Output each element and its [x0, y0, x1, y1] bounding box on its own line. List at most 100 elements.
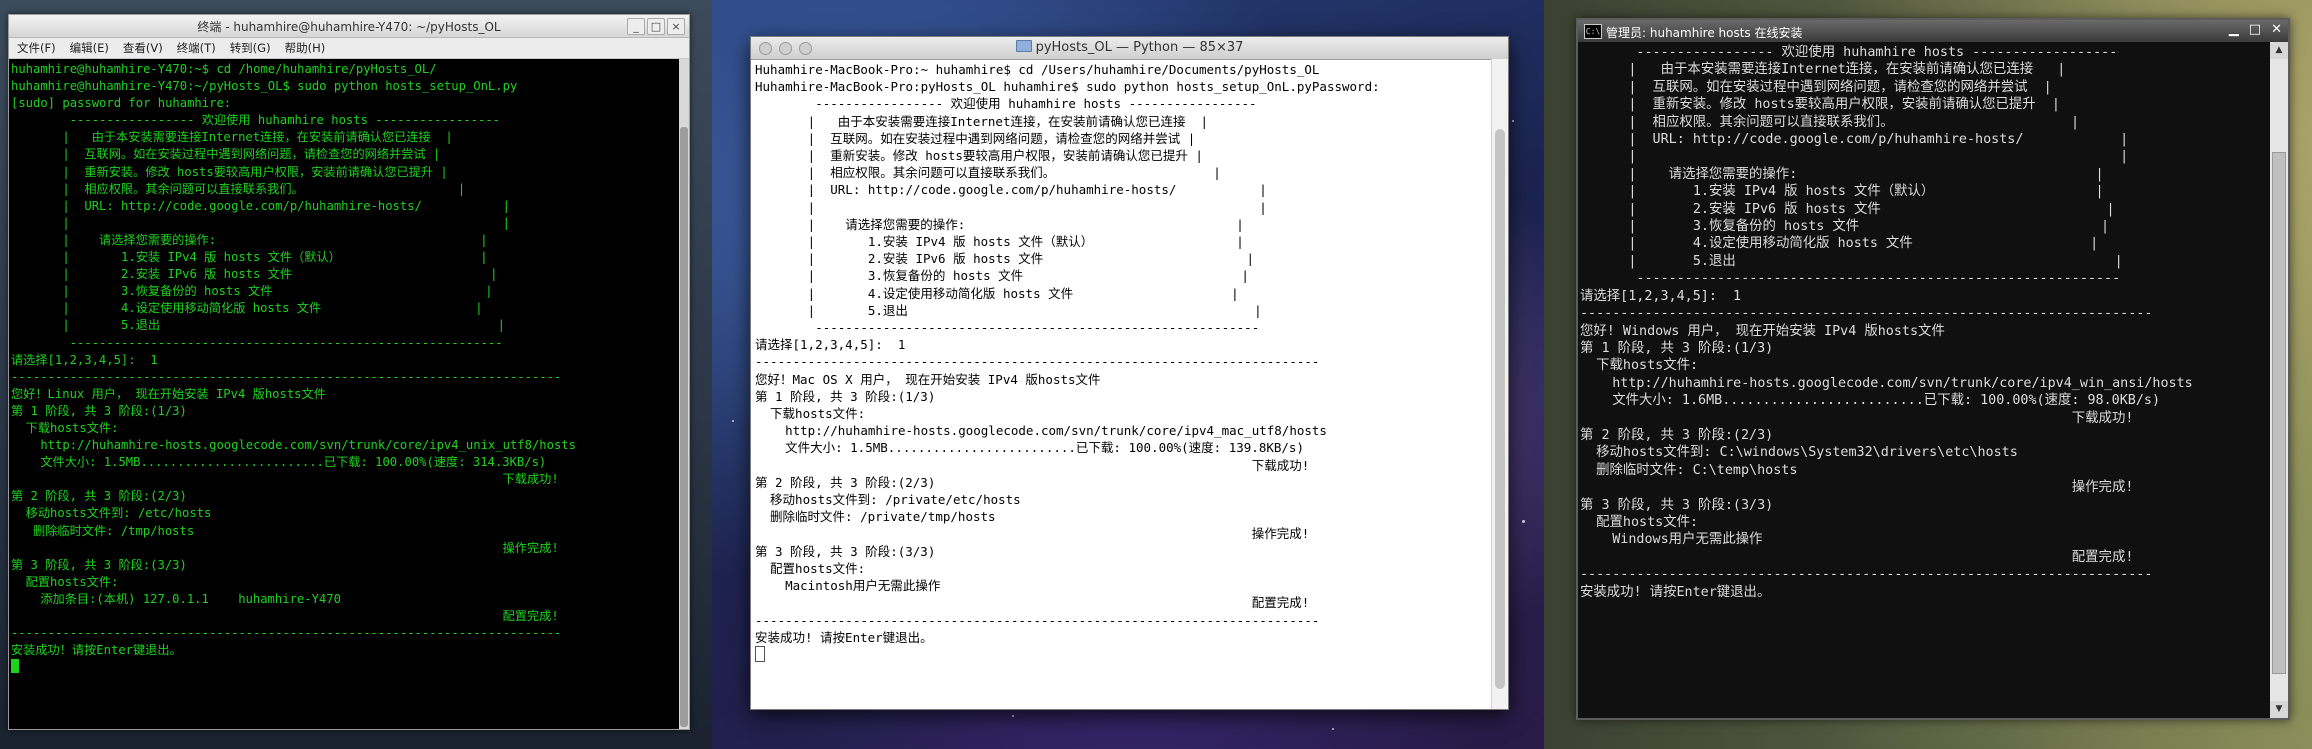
title-bar: pyHosts_OL — Python — 85×37: [751, 37, 1508, 60]
close-button[interactable]: ×: [667, 18, 685, 35]
menu-terminal[interactable]: 终端(T): [177, 40, 216, 56]
terminal-output[interactable]: Huhamhire-MacBook-Pro:~ huhamhire$ cd /U…: [753, 61, 1490, 709]
terminal-line: ----------------- 欢迎使用 huhamhire hosts -…: [11, 113, 500, 128]
terminal-line: | |: [755, 199, 1267, 215]
terminal-line: 第 1 阶段, 共 3 阶段:(1/3): [11, 403, 187, 418]
maximize-button[interactable]: □: [2249, 22, 2261, 37]
scrollbar-thumb[interactable]: [1495, 129, 1505, 689]
terminal-line: 文件大小: 1.5MB.........................已下载:…: [11, 455, 547, 470]
terminal-line: 删除临时文件: /tmp/hosts: [11, 523, 195, 538]
menu-edit[interactable]: 编辑(E): [70, 40, 109, 56]
terminal-line: | 互联网。如在安装过程中遇到网络问题，请检查您的网络并尝试 |: [755, 130, 1196, 146]
cursor-block: [11, 659, 19, 674]
terminal-line: huhamhire@huhamhire-Y470:~$ cd /home/huh…: [11, 62, 437, 76]
terminal-line: | 1.安装 IPv4 版 hosts 文件（默认） |: [755, 234, 1244, 250]
terminal-line: | 3.恢复备份的 hosts 文件 |: [1580, 219, 2110, 235]
maximize-button[interactable]: □: [647, 18, 665, 35]
terminal-line: 文件大小: 1.6MB.........................已下载:…: [1580, 393, 2161, 409]
terminal-line: 第 3 阶段, 共 3 阶段:(3/3): [755, 543, 936, 559]
scrollbar-thumb[interactable]: [680, 127, 688, 727]
terminal-line: | 互联网。如在安装过程中遇到网络问题，请检查您的网络并尝试 |: [11, 147, 441, 162]
terminal-line: 第 2 阶段, 共 3 阶段:(2/3): [755, 474, 936, 490]
terminal-line: Huhamhire-MacBook-Pro:pyHosts_OL huhamhi…: [755, 79, 1380, 95]
terminal-line: | 2.安装 IPv6 版 hosts 文件 |: [1580, 201, 2115, 217]
terminal-line: 删除临时文件: C:\temp\hosts: [1580, 462, 1798, 478]
window-title: pyHosts_OL — Python — 85×37: [1035, 40, 1244, 55]
terminal-line: 添加条目:(本机) 127.0.1.1 huhamhire-Y470: [11, 591, 341, 606]
title-bar: 终端 - huhamhire@huhamhire-Y470: ~/pyHosts…: [9, 15, 689, 38]
scroll-down-arrow-icon[interactable]: ▼: [2270, 701, 2288, 718]
terminal-line: ----------------------------------------…: [1580, 306, 2153, 322]
terminal-line: | URL: http://code.google.com/p/huhamhir…: [755, 182, 1267, 198]
window-title: 管理员: huhamhire hosts 在线安装: [1606, 26, 1803, 40]
folder-icon: [1015, 40, 1032, 52]
console-icon: C:\: [1584, 24, 1602, 39]
terminal-line: http://huhamhire-hosts.googlecode.com/sv…: [755, 423, 1327, 439]
close-button[interactable]: ✕: [2271, 22, 2282, 37]
terminal-line: 请选择[1,2,3,4,5]: 1: [755, 337, 906, 353]
terminal-line: 配置完成!: [755, 595, 1310, 611]
gnome-terminal-window: 终端 - huhamhire@huhamhire-Y470: ~/pyHosts…: [8, 14, 690, 730]
menu-goto[interactable]: 转到(G): [230, 40, 271, 56]
terminal-line: ----------------------------------------…: [755, 320, 1260, 336]
minimize-button[interactable]: _: [627, 18, 645, 35]
menu-view[interactable]: 查看(V): [123, 40, 163, 56]
terminal-line: | |: [11, 215, 510, 230]
terminal-line: | 请选择您需要的操作: |: [11, 232, 488, 247]
terminal-line: | 相应权限。其余问题可以直接联系我们。 |: [11, 181, 466, 196]
terminal-line: 下载hosts文件:: [755, 406, 866, 422]
terminal-line: 移动hosts文件到: /etc/hosts: [11, 506, 212, 521]
terminal-line: | 1.安装 IPv4 版 hosts 文件（默认） |: [11, 250, 488, 265]
terminal-output[interactable]: ----------------- 欢迎使用 huhamhire hosts -…: [1580, 44, 2266, 718]
terminal-line: ----------------- 欢迎使用 huhamhire hosts -…: [1580, 45, 2118, 60]
terminal-line: | 互联网。如在安装过程中遇到网络问题，请检查您的网络并尝试 |: [1580, 79, 2052, 95]
terminal-line: 第 3 阶段, 共 3 阶段:(3/3): [11, 557, 187, 572]
scroll-up-arrow-icon[interactable]: ▲: [2270, 42, 2288, 59]
title-bar: C:\ 管理员: huhamhire hosts 在线安装 ▁ □ ✕: [1578, 20, 2288, 42]
terminal-line: http://huhamhire-hosts.googlecode.com/sv…: [11, 438, 576, 453]
terminal-line: 下载hosts文件:: [1580, 358, 1699, 374]
terminal-line: ----------------------------------------…: [1580, 271, 2121, 287]
terminal-line: Windows用户无需此操作: [1580, 532, 1763, 548]
terminal-line: | 5.退出 |: [755, 302, 1262, 318]
terminal-line: huhamhire@huhamhire-Y470:~/pyHosts_OL$ s…: [11, 79, 518, 94]
terminal-line: | 3.恢复备份的 hosts 文件 |: [755, 268, 1249, 284]
terminal-line: | 2.安装 IPv6 版 hosts 文件 |: [11, 267, 498, 282]
terminal-line: | 5.退出 |: [11, 318, 505, 333]
terminal-line: 配置完成!: [11, 609, 559, 623]
terminal-output[interactable]: huhamhire@huhamhire-Y470:~$ cd /home/huh…: [9, 59, 679, 729]
menu-help[interactable]: 帮助(H): [285, 40, 326, 56]
windows-console-window: C:\ 管理员: huhamhire hosts 在线安装 ▁ □ ✕ ----…: [1576, 18, 2290, 720]
mac-terminal-window: pyHosts_OL — Python — 85×37 Huhamhire-Ma…: [750, 36, 1509, 710]
terminal-line: 移动hosts文件到: C:\windows\System32\drivers\…: [1580, 445, 2018, 461]
terminal-line: 请选择[1,2,3,4,5]: 1: [11, 352, 158, 367]
scrollbar[interactable]: ▲ ▼: [2270, 42, 2288, 718]
terminal-line: ----------------------------------------…: [1580, 567, 2153, 583]
terminal-line: 配置hosts文件:: [755, 560, 866, 576]
scrollbar[interactable]: [679, 59, 689, 729]
terminal-line: | 3.恢复备份的 hosts 文件 |: [11, 284, 493, 299]
terminal-line: | 2.安装 IPv6 版 hosts 文件 |: [755, 251, 1254, 267]
terminal-line: 删除临时文件: /private/tmp/hosts: [755, 509, 996, 525]
scrollbar[interactable]: [1491, 59, 1508, 709]
terminal-line: ----------------------------------------…: [11, 335, 503, 350]
terminal-line: 下载hosts文件:: [11, 420, 119, 435]
terminal-line: ----------------------------------------…: [755, 612, 1320, 628]
terminal-line: 操作完成!: [755, 526, 1310, 542]
window-title: 终端 - huhamhire@huhamhire-Y470: ~/pyHosts…: [197, 20, 501, 34]
terminal-line: ----------------------------------------…: [11, 369, 562, 384]
menu-file[interactable]: 文件(F): [17, 40, 56, 56]
terminal-line: 第 2 阶段, 共 3 阶段:(2/3): [1580, 427, 1774, 443]
terminal-line: 操作完成!: [11, 540, 559, 555]
terminal-line: | 由于本安装需要连接Internet连接，在安装前请确认您已连接 |: [755, 113, 1209, 129]
minimize-button[interactable]: ▁: [2229, 22, 2239, 37]
terminal-line: Macintosh用户无需此操作: [755, 578, 941, 594]
scrollbar-thumb[interactable]: [2272, 152, 2286, 674]
cursor: [755, 645, 1490, 664]
terminal-line: 安装成功! 请按Enter键退出。: [755, 629, 933, 645]
terminal-line: | 5.退出 |: [1580, 253, 2123, 269]
terminal-line: | 相应权限。其余问题可以直接联系我们。 |: [755, 165, 1221, 181]
terminal-line: 下载成功!: [1580, 410, 2134, 426]
terminal-line: | 请选择您需要的操作: |: [1580, 166, 2104, 182]
terminal-line: | 重新安装。修改 hosts要较高用户权限，安装前请确认您已提升 |: [11, 164, 448, 179]
